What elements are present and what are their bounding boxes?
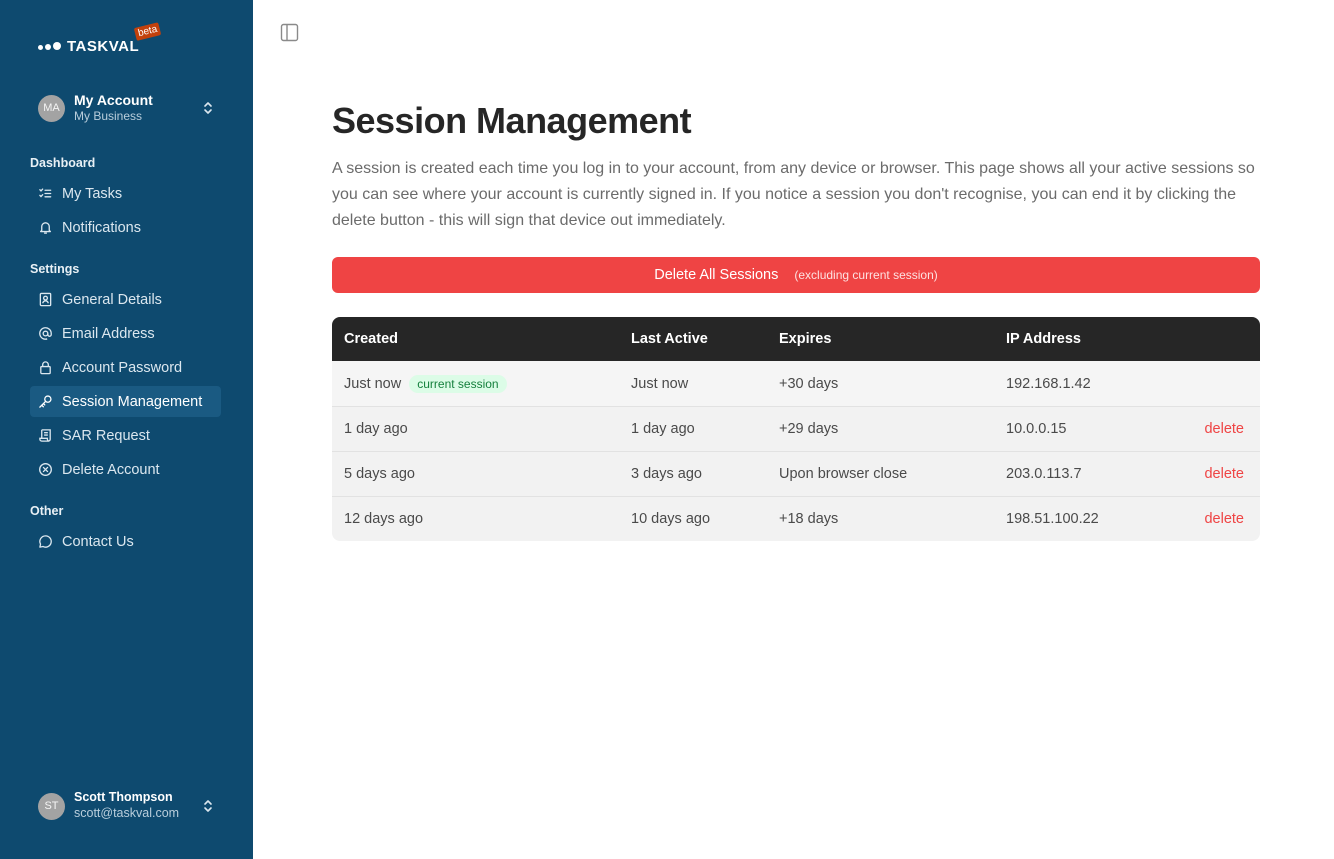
created-cell: 5 days ago [344, 466, 415, 482]
section-settings: Settings [30, 262, 80, 276]
delete-session-link[interactable]: delete [1204, 452, 1244, 496]
account-name: My Account [74, 91, 153, 108]
lock-icon [40, 361, 51, 375]
nav-session-management[interactable]: Session Management [30, 386, 221, 417]
sidebar-toggle-icon[interactable] [280, 23, 299, 42]
nav-delete-account[interactable]: Delete Account [30, 454, 221, 485]
page-description: A session is created each time you log i… [332, 160, 1255, 229]
table-row: 1 day ago 1 day ago +29 days 10.0.0.15 d… [332, 406, 1260, 451]
delete-all-sessions-button[interactable]: Delete All Sessions (excluding current s… [332, 257, 1260, 293]
taskval-logo[interactable]: TASKVAL beta [38, 22, 162, 56]
nav-label: Notifications [62, 219, 141, 236]
nav-label: My Tasks [62, 185, 123, 202]
table-row: 5 days ago 3 days ago Upon browser close… [332, 451, 1260, 496]
chevrons-up-down-icon [204, 800, 212, 812]
account-switcher[interactable]: MA My Account My Business [38, 92, 216, 124]
header-ip-address: IP Address [1006, 331, 1081, 347]
table-header: Created Last Active Expires IP Address [332, 317, 1260, 361]
created-cell: Just now [344, 375, 402, 392]
ip-cell: 203.0.113.7 [1006, 466, 1082, 482]
nav-contact-us[interactable]: Contact Us [30, 526, 221, 557]
current-session-badge: current session [409, 374, 507, 393]
delete-all-label: Delete All Sessions [654, 267, 779, 283]
sessions-table: Created Last Active Expires IP Address J… [332, 317, 1260, 541]
created-cell: 12 days ago [344, 511, 424, 527]
nav-email-address[interactable]: Email Address [30, 318, 221, 349]
section-other: Other [30, 504, 64, 518]
created-cell: 1 day ago [344, 421, 408, 437]
header-created: Created [344, 331, 398, 347]
expires-cell: Upon browser close [779, 466, 908, 482]
last-active-cell: 3 days ago [631, 466, 702, 482]
nav-label: Delete Account [62, 461, 160, 478]
nav-label: Session Management [62, 393, 203, 410]
nav-sar-request[interactable]: SAR Request [30, 420, 221, 451]
circle-x-icon [39, 463, 52, 476]
task-list-icon [39, 188, 52, 198]
chevrons-up-down-icon [204, 102, 212, 114]
delete-session-link[interactable]: delete [1204, 497, 1244, 541]
expires-cell: +29 days [779, 421, 839, 437]
delete-session-link[interactable]: delete [1204, 407, 1244, 451]
user-menu[interactable]: ST Scott Thompson scott@taskval.com [38, 790, 216, 822]
sidebar: TASKVAL beta MA My Account My Business D… [0, 0, 253, 859]
table-row: 12 days ago 10 days ago +18 days 198.51.… [332, 496, 1260, 541]
nav-notifications[interactable]: Notifications [30, 212, 221, 243]
message-circle-icon [39, 535, 52, 548]
last-active-cell: Just now [631, 375, 689, 392]
key-icon [39, 395, 52, 408]
page-title: Session Management [332, 100, 692, 141]
table-row: Just now current session Just now +30 da… [332, 361, 1260, 406]
account-avatar: MA [38, 94, 65, 122]
header-last-active: Last Active [631, 331, 708, 347]
beta-badge: beta [133, 22, 162, 41]
user-name: Scott Thompson [74, 790, 173, 805]
nav-general-details[interactable]: General Details [30, 284, 221, 315]
expires-cell: +30 days [779, 375, 839, 392]
user-avatar: ST [38, 792, 65, 820]
delete-all-note: (excluding current session) [794, 268, 938, 282]
nav-label: SAR Request [62, 427, 150, 444]
ip-cell: 192.168.1.42 [1006, 375, 1091, 392]
last-active-cell: 1 day ago [631, 421, 695, 437]
nav-account-password[interactable]: Account Password [30, 352, 221, 383]
ip-cell: 10.0.0.15 [1006, 421, 1067, 437]
at-sign-icon [39, 327, 52, 340]
contact-card-icon [39, 292, 52, 307]
section-dashboard: Dashboard [30, 156, 96, 170]
logo-dots-icon [38, 42, 61, 50]
account-business: My Business [74, 109, 143, 124]
bell-icon [39, 222, 52, 234]
ip-cell: 198.51.100.22 [1006, 511, 1099, 527]
header-expires: Expires [779, 331, 832, 347]
scroll-document-icon [39, 429, 51, 442]
user-email: scott@taskval.com [74, 806, 180, 820]
expires-cell: +18 days [779, 511, 839, 527]
nav-label: Contact Us [62, 533, 134, 550]
brand-name: TASKVAL [67, 37, 140, 55]
nav-label: General Details [62, 291, 162, 308]
nav-label: Email Address [62, 325, 155, 342]
nav-my-tasks[interactable]: My Tasks [30, 178, 221, 209]
last-active-cell: 10 days ago [631, 511, 711, 527]
nav-label: Account Password [62, 359, 183, 376]
